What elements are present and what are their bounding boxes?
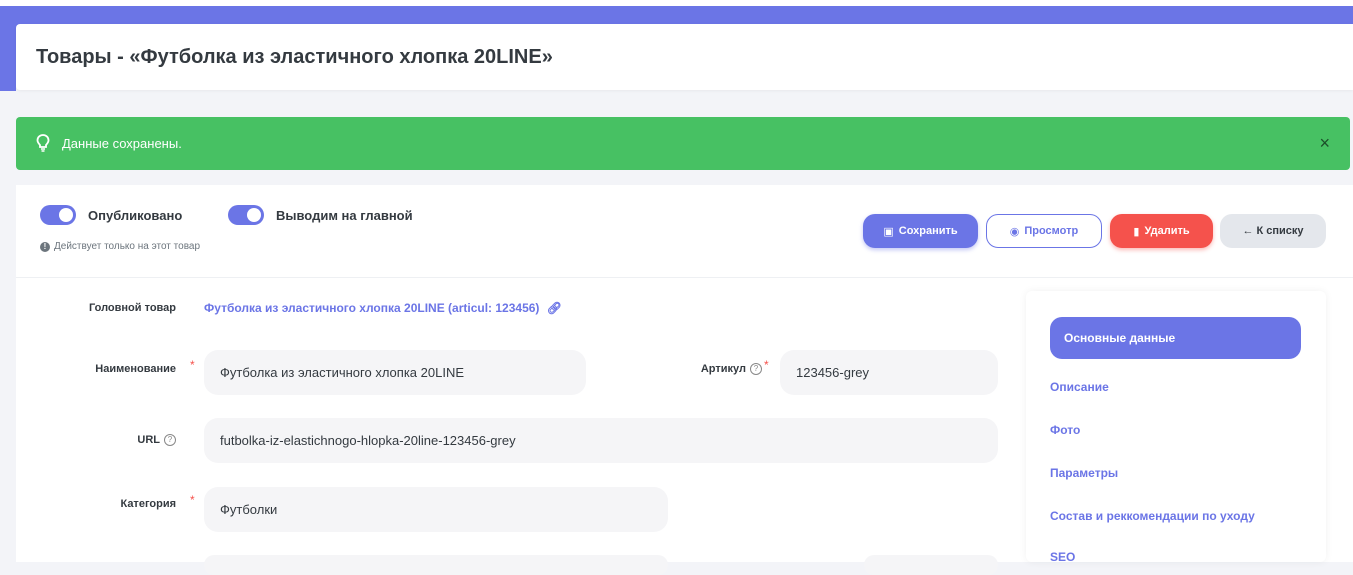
help-icon: ? xyxy=(750,363,762,376)
required-mark: * xyxy=(764,358,769,372)
page-title: Товары - «Футболка из эластичного хлопка… xyxy=(36,46,553,68)
section-nav-item-description[interactable]: Описание xyxy=(1050,380,1109,394)
sku-label-text: Артикул xyxy=(700,363,746,375)
sku-value: 123456-grey xyxy=(796,365,869,380)
url-value: futbolka-iz-elastichnogo-hlopka-20line-1… xyxy=(220,433,516,448)
url-label: URL? xyxy=(76,434,176,447)
delete-label: Удалить xyxy=(1144,225,1190,237)
view-button[interactable]: ◉ Просмотр xyxy=(986,214,1102,248)
category-label: Категория xyxy=(120,498,176,510)
published-toggle[interactable] xyxy=(40,205,76,225)
name-value: Футболка из эластичного хлопка 20LINE xyxy=(220,365,464,380)
section-nav-item-composition[interactable]: Состав и реккомендации по уходу xyxy=(1050,509,1255,523)
parent-product-link[interactable]: Футболка из эластичного хлопка 20LINE (a… xyxy=(204,301,562,315)
url-label-text: URL xyxy=(137,434,160,446)
parent-product-value: Футболка из эластичного хлопка 20LINE (a… xyxy=(204,301,540,315)
trash-icon: ▮ xyxy=(1133,225,1140,238)
featured-label: Выводим на главной xyxy=(276,207,413,223)
published-toggle-group: Опубликовано xyxy=(40,205,182,225)
name-label: Наименование xyxy=(95,363,176,375)
sku-field[interactable]: 123456-grey xyxy=(780,350,998,395)
lightbulb-icon xyxy=(36,134,50,152)
success-alert: Данные сохранены. × xyxy=(16,117,1350,170)
next-field[interactable] xyxy=(864,555,998,575)
eye-icon: ◉ xyxy=(1009,225,1020,238)
delete-button[interactable]: ▮ Удалить xyxy=(1110,214,1213,248)
section-nav-item-parameters[interactable]: Параметры xyxy=(1050,466,1118,480)
info-icon: ! xyxy=(40,241,50,252)
required-mark: * xyxy=(190,358,195,372)
section-nav-item-main[interactable]: Основные данные xyxy=(1050,317,1301,359)
form-toolbar: Опубликовано Выводим на главной ! Действ… xyxy=(16,185,1353,278)
required-mark: * xyxy=(190,493,195,507)
save-label: Сохранить xyxy=(898,225,958,237)
close-icon[interactable]: × xyxy=(1319,133,1330,154)
sku-label: Артикул? xyxy=(676,363,762,376)
page-header: Товары - «Футболка из эластичного хлопка… xyxy=(16,24,1353,90)
hint-text: Действует только на этот товар xyxy=(54,241,201,252)
section-nav: Основные данные Описание Фото Параметры … xyxy=(1026,291,1326,564)
back-to-list-button[interactable]: ← К списку xyxy=(1220,214,1326,248)
featured-toggle[interactable] xyxy=(228,205,264,225)
product-form-card: Опубликовано Выводим на главной ! Действ… xyxy=(16,185,1353,575)
view-label: Просмотр xyxy=(1024,225,1079,237)
category-value: Футболки xyxy=(220,502,278,517)
save-button[interactable]: ▣ Сохранить xyxy=(863,214,978,248)
alert-message: Данные сохранены. xyxy=(62,136,182,151)
category-field[interactable]: Футболки xyxy=(204,487,668,532)
header-accent-edge xyxy=(0,6,16,91)
name-field[interactable]: Футболка из эластичного хлопка 20LINE xyxy=(204,350,586,395)
url-field[interactable]: futbolka-iz-elastichnogo-hlopka-20line-1… xyxy=(204,418,998,463)
next-field[interactable] xyxy=(204,555,668,575)
back-label: ← К списку xyxy=(1242,225,1304,237)
featured-toggle-group: Выводим на главной xyxy=(228,205,413,225)
link-icon: 🔗︎ xyxy=(546,301,562,315)
floppy-disk-icon: ▣ xyxy=(883,225,894,238)
toggle-hint: ! Действует только на этот товар xyxy=(40,241,200,252)
help-icon: ? xyxy=(164,434,176,447)
section-nav-item-photo[interactable]: Фото xyxy=(1050,423,1080,437)
published-label: Опубликовано xyxy=(88,207,183,223)
parent-product-label: Головной товар xyxy=(88,302,176,314)
